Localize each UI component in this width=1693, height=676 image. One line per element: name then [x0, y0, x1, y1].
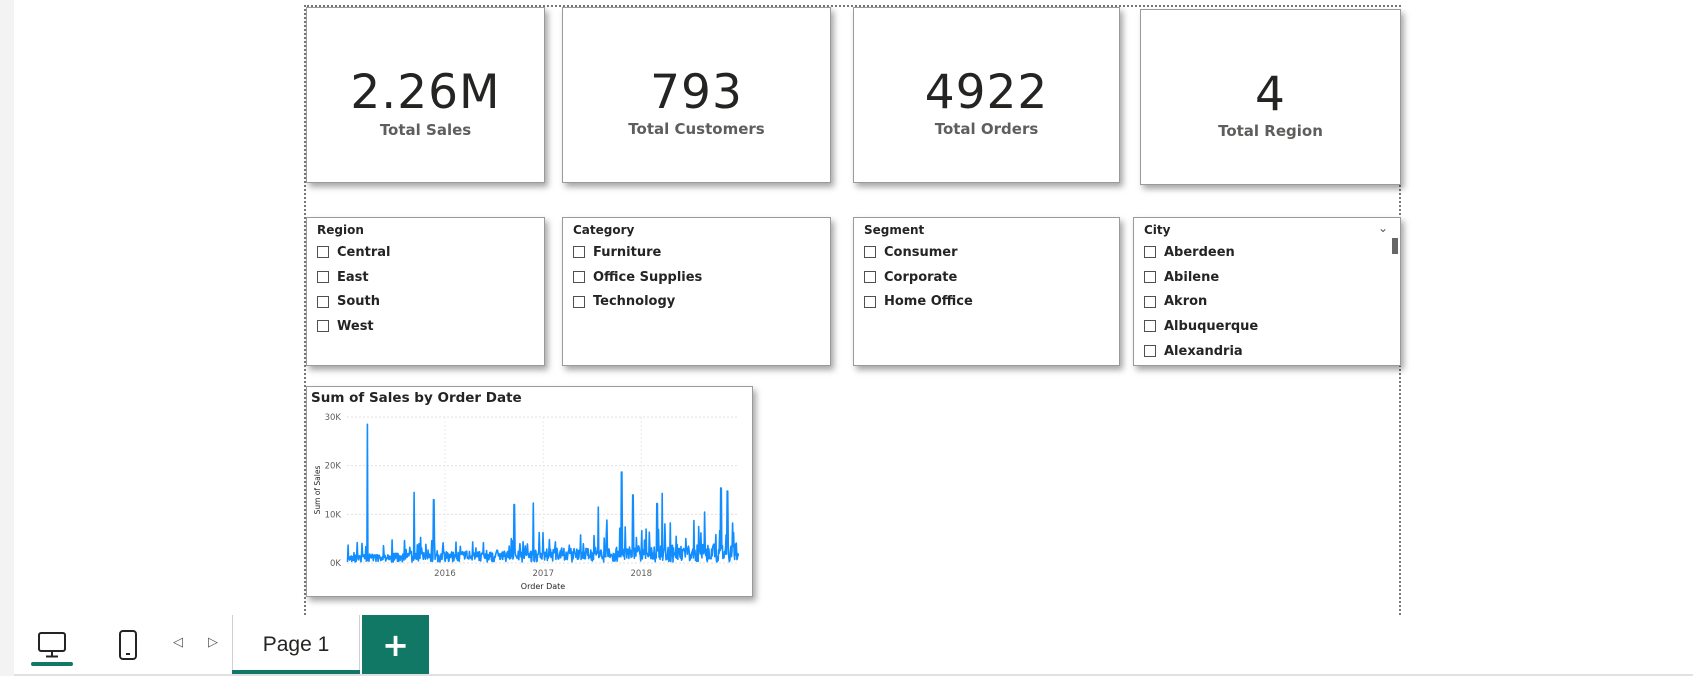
slicer-option-label: Consumer — [884, 244, 958, 260]
slicer-category: Category Furniture Office Supplies Techn… — [562, 217, 831, 366]
slicer-option-label: South — [337, 294, 381, 310]
kpi-value: 793 — [650, 65, 743, 120]
slicer-option-furniture[interactable]: Furniture — [573, 240, 702, 265]
slicer-option-central[interactable]: Central — [317, 240, 390, 265]
slicer-option-label: Alexandria — [1164, 343, 1243, 359]
checkbox[interactable] — [317, 320, 329, 333]
slicer-segment: Segment Consumer Corporate Home Office — [853, 217, 1120, 366]
slicer-option-office-supplies[interactable]: Office Supplies — [573, 265, 702, 290]
kpi-card-total-orders[interactable]: 4922 Total Orders — [853, 7, 1120, 183]
checkbox[interactable] — [573, 271, 585, 284]
y-tick-label: 20K — [325, 462, 342, 472]
checkbox[interactable] — [573, 246, 585, 259]
kpi-label: Total Sales — [379, 121, 472, 139]
checkbox[interactable] — [317, 295, 329, 308]
monitor-icon — [38, 632, 66, 658]
slicer-option-label: Technology — [593, 294, 676, 310]
kpi-card-total-sales[interactable]: 2.26M Total Sales — [306, 7, 545, 183]
slicer-region: Region Central East South West — [306, 217, 545, 366]
checkbox[interactable] — [317, 246, 329, 259]
slicer-option-label: Corporate — [884, 269, 958, 285]
add-page-button[interactable]: + — [362, 615, 429, 674]
slicer-option-east[interactable]: East — [317, 265, 390, 290]
left-gutter — [0, 615, 14, 676]
y-tick-label: 30K — [325, 413, 342, 423]
phone-icon — [119, 630, 137, 660]
page-navigation-bar: ◁ ▷ Page 1 + — [0, 615, 1693, 676]
tab-page-1[interactable]: Page 1 — [232, 615, 360, 674]
kpi-label: Total Region — [1218, 122, 1323, 140]
slicer-option-label: Furniture — [593, 244, 662, 260]
x-axis-title: Order Date — [521, 582, 565, 591]
slicer-title: City — [1144, 223, 1171, 237]
slicer-title: Segment — [864, 223, 925, 237]
desktop-view-button[interactable] — [30, 623, 74, 667]
kpi-value: 4 — [1255, 67, 1286, 122]
slicer-option-corporate[interactable]: Corporate — [864, 265, 973, 290]
chevron-down-icon[interactable]: ⌄ — [1378, 221, 1388, 235]
kpi-value: 4922 — [924, 65, 1049, 120]
checkbox[interactable] — [1144, 345, 1156, 358]
x-tick-label: 2018 — [630, 569, 652, 579]
active-view-indicator — [31, 662, 73, 666]
y-tick-label: 10K — [325, 510, 342, 520]
slicer-option-south[interactable]: South — [317, 289, 390, 314]
chart-sales-by-order-date[interactable]: Sum of Sales by Order Date 0K 10K 20K 30K 20… — [306, 386, 753, 597]
slicer-option-abilene[interactable]: Abilene — [1144, 265, 1258, 290]
plus-icon: + — [382, 625, 409, 664]
checkbox[interactable] — [1144, 246, 1156, 259]
y-tick-label: 0K — [330, 559, 341, 569]
slicer-option-west[interactable]: West — [317, 314, 390, 339]
slicer-option-albuquerque[interactable]: Albuquerque — [1144, 314, 1258, 339]
checkbox[interactable] — [573, 295, 585, 308]
checkbox[interactable] — [864, 246, 876, 259]
triangle-left-icon[interactable]: ◁ — [173, 635, 183, 650]
slicer-option-label: Home Office — [884, 294, 973, 310]
slicer-option-label: Central — [337, 244, 391, 260]
slicer-option-label: Akron — [1164, 294, 1208, 310]
slicer-option-akron[interactable]: Akron — [1144, 289, 1258, 314]
checkbox[interactable] — [864, 271, 876, 284]
slicer-title: Region — [317, 223, 364, 237]
triangle-right-icon[interactable]: ▷ — [208, 635, 218, 650]
y-axis-title: Sum of Sales — [313, 466, 322, 515]
slicer-option-label: Albuquerque — [1164, 318, 1259, 334]
slicer-option-technology[interactable]: Technology — [573, 289, 702, 314]
mobile-view-button[interactable] — [110, 623, 146, 667]
line-chart: 0K 10K 20K 30K 2016 2017 2018 Order Date Sum of … — [313, 413, 740, 591]
x-tick-label: 2016 — [434, 569, 456, 579]
scrollbar-thumb[interactable] — [1392, 238, 1398, 254]
slicer-option-label: East — [337, 269, 369, 285]
checkbox[interactable] — [864, 295, 876, 308]
slicer-option-label: Aberdeen — [1164, 244, 1235, 260]
slicer-option-label: Abilene — [1164, 269, 1220, 285]
left-gutter — [0, 0, 14, 676]
checkbox[interactable] — [1144, 320, 1156, 333]
x-tick-label: 2017 — [532, 569, 554, 579]
kpi-card-total-customers[interactable]: 793 Total Customers — [562, 7, 831, 183]
slicer-city: City ⌄ Aberdeen Abilene Akron Albuquerqu… — [1133, 217, 1401, 366]
checkbox[interactable] — [317, 271, 329, 284]
slicer-option-aberdeen[interactable]: Aberdeen — [1144, 240, 1258, 265]
slicer-option-label: Office Supplies — [593, 269, 703, 285]
kpi-label: Total Orders — [934, 120, 1039, 138]
slicer-title: Category — [573, 223, 635, 237]
kpi-value: 2.26M — [350, 65, 501, 120]
kpi-card-total-region[interactable]: 4 Total Region — [1140, 9, 1401, 185]
slicer-option-consumer[interactable]: Consumer — [864, 240, 973, 265]
checkbox[interactable] — [1144, 295, 1156, 308]
checkbox[interactable] — [1144, 271, 1156, 284]
slicer-option-label: West — [337, 318, 374, 334]
slicer-option-alexandria[interactable]: Alexandria — [1144, 339, 1258, 364]
kpi-label: Total Customers — [628, 120, 765, 138]
slicer-option-home-office[interactable]: Home Office — [864, 289, 973, 314]
